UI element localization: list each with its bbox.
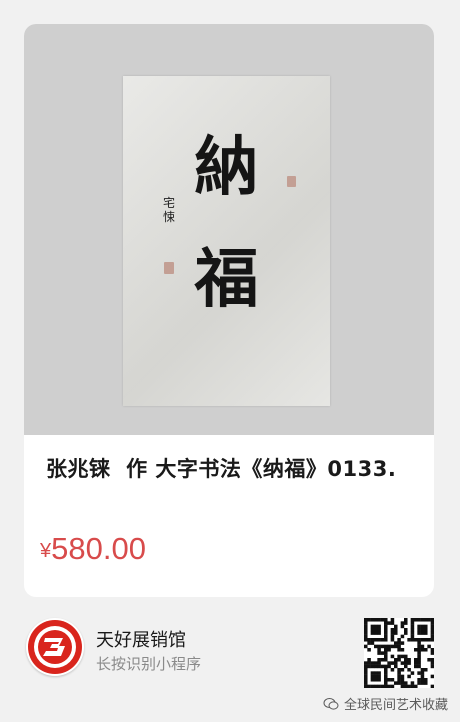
seal-stamp bbox=[164, 262, 174, 274]
product-image[interactable]: 納 福 宅悚 bbox=[24, 24, 434, 435]
product-price: ¥580.00 bbox=[40, 531, 146, 567]
seal-stamp bbox=[287, 176, 296, 187]
calligraphy-scroll: 納 福 宅悚 bbox=[123, 76, 330, 406]
store-name[interactable]: 天好展销馆 bbox=[96, 626, 186, 652]
artist-signature: 宅悚 bbox=[162, 196, 175, 224]
calligraphy-character: 納 bbox=[194, 130, 259, 205]
watermark: 全球民间艺术收藏 bbox=[323, 694, 448, 713]
calligraphy-character: 福 bbox=[194, 242, 259, 317]
three-ribbon-logo-icon bbox=[26, 618, 84, 676]
mini-program-footer[interactable]: 天好展销馆 长按识别小程序 全球民间艺术收藏 bbox=[0, 600, 460, 722]
qr-code-icon[interactable] bbox=[364, 618, 435, 689]
store-subtitle: 长按识别小程序 bbox=[96, 655, 202, 673]
price-amount: 580.00 bbox=[51, 531, 146, 566]
product-card[interactable]: 納 福 宅悚 张兆铼 作 大字书法《纳福》0133. ¥580.00 bbox=[24, 24, 434, 597]
price-currency: ¥ bbox=[40, 540, 52, 562]
wechat-icon bbox=[323, 697, 339, 710]
watermark-text: 全球民间艺术收藏 bbox=[343, 698, 448, 713]
product-title: 张兆铼 作 大字书法《纳福》0133. bbox=[46, 457, 397, 481]
